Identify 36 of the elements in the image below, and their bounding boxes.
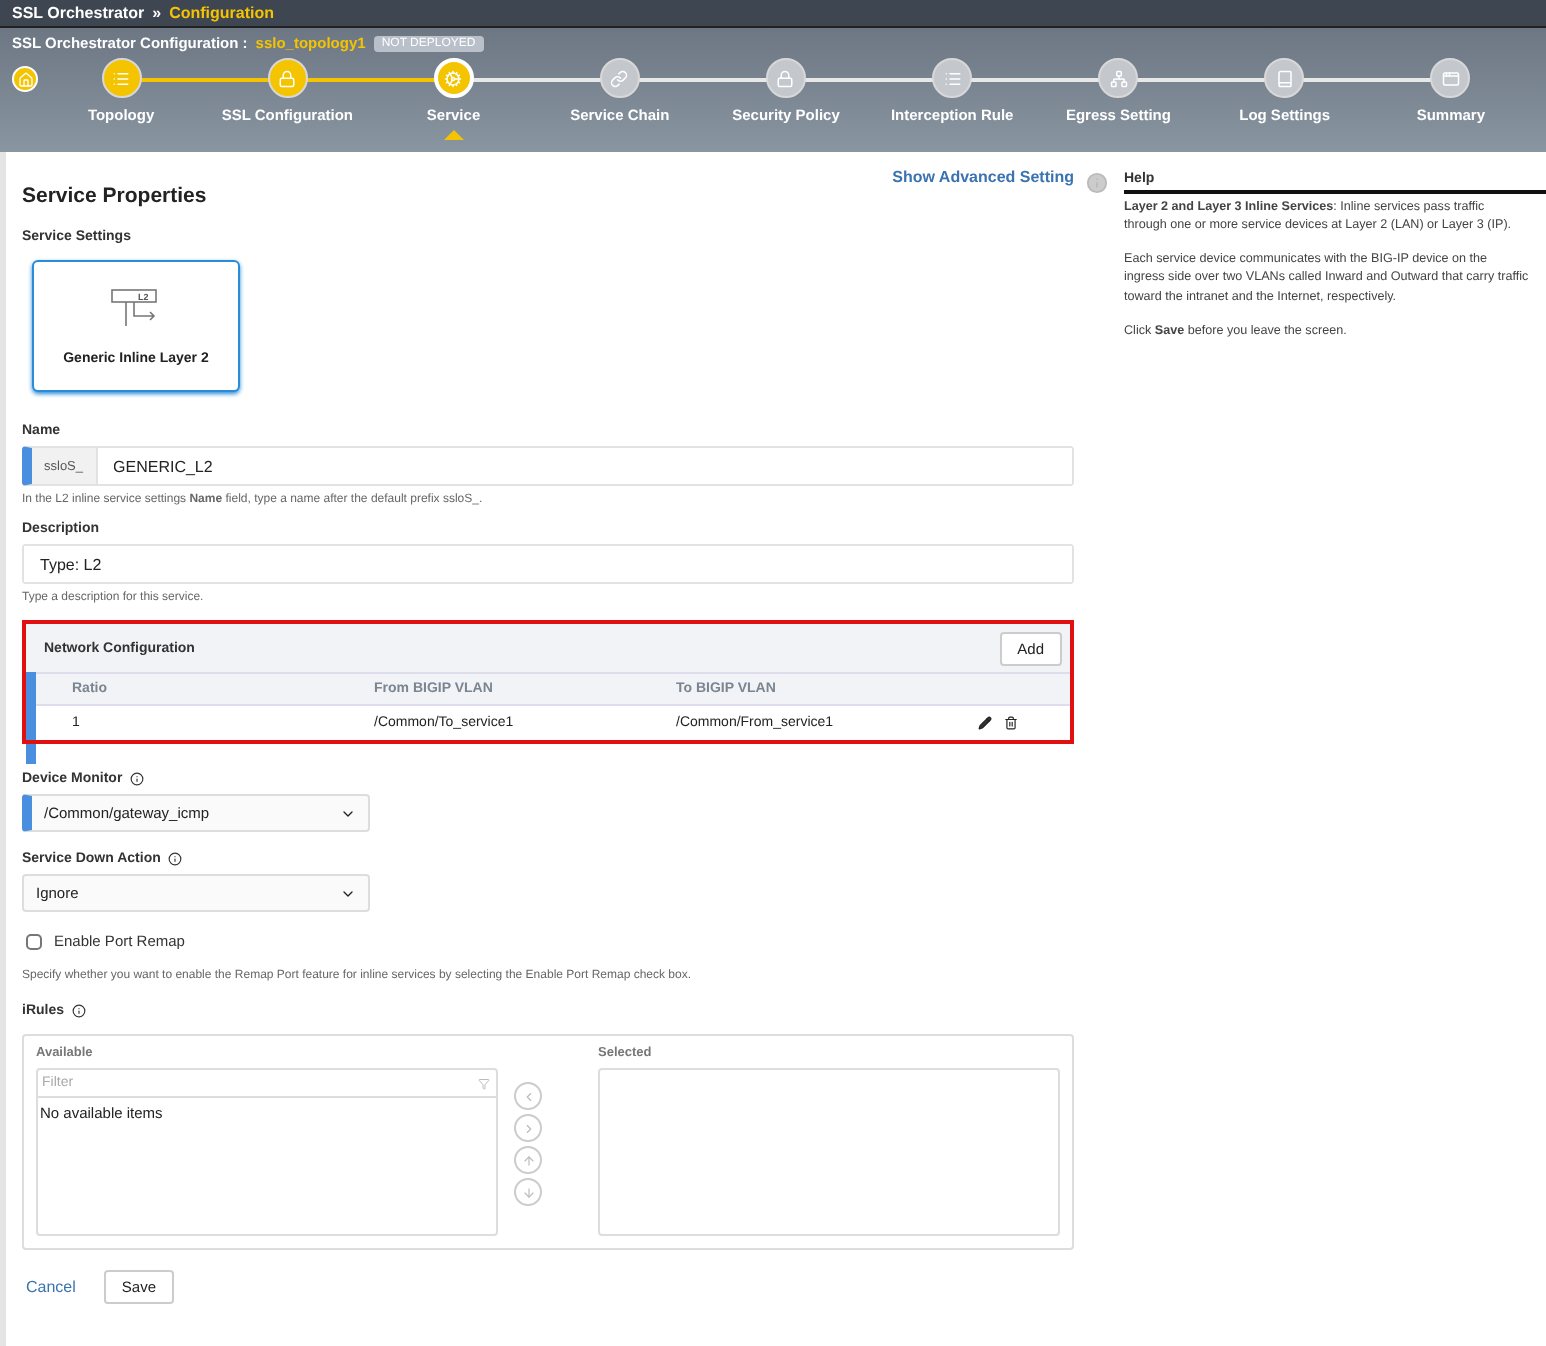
down-arrow-icon [521, 1185, 535, 1199]
network-icon [1109, 69, 1128, 87]
description-field[interactable]: Type: L2 [22, 544, 1074, 584]
link-icon [610, 69, 629, 87]
wizard-step[interactable] [101, 58, 142, 98]
port-remap-checkbox[interactable] [26, 933, 42, 949]
delete-icon[interactable] [1004, 716, 1018, 730]
list-icon [943, 69, 962, 87]
row-marker [26, 744, 36, 764]
wizard-step[interactable] [932, 58, 973, 98]
lock-icon [278, 69, 297, 87]
wizard-step[interactable] [1430, 58, 1471, 98]
breadcrumb-current: Configuration [169, 4, 274, 22]
info-icon[interactable] [168, 852, 183, 866]
home-button[interactable] [12, 66, 38, 92]
info-icon [1086, 172, 1108, 194]
page-title: Service Properties [22, 184, 207, 208]
wizard-step[interactable] [1098, 58, 1139, 98]
wizard-step[interactable] [267, 58, 308, 98]
breadcrumb-separator: » [152, 4, 162, 22]
up-arrow-icon [521, 1153, 535, 1167]
edit-icon[interactable] [978, 716, 992, 730]
list-icon [112, 69, 131, 87]
gear-icon [444, 69, 463, 87]
info-icon[interactable] [130, 772, 145, 786]
window-icon [1441, 69, 1460, 87]
lock-icon [776, 69, 795, 87]
breadcrumb-root[interactable]: SSL Orchestrator [12, 4, 145, 22]
advanced-setting-link[interactable]: Show Advanced Setting [892, 168, 1074, 186]
wizard-step[interactable] [1264, 58, 1305, 98]
cancel-link[interactable]: Cancel [26, 1278, 76, 1296]
wizard-step[interactable] [599, 58, 640, 98]
info-icon[interactable] [72, 1004, 87, 1018]
wizard-step[interactable] [765, 58, 806, 98]
book-icon [1275, 69, 1294, 87]
filter-icon [478, 1077, 490, 1089]
